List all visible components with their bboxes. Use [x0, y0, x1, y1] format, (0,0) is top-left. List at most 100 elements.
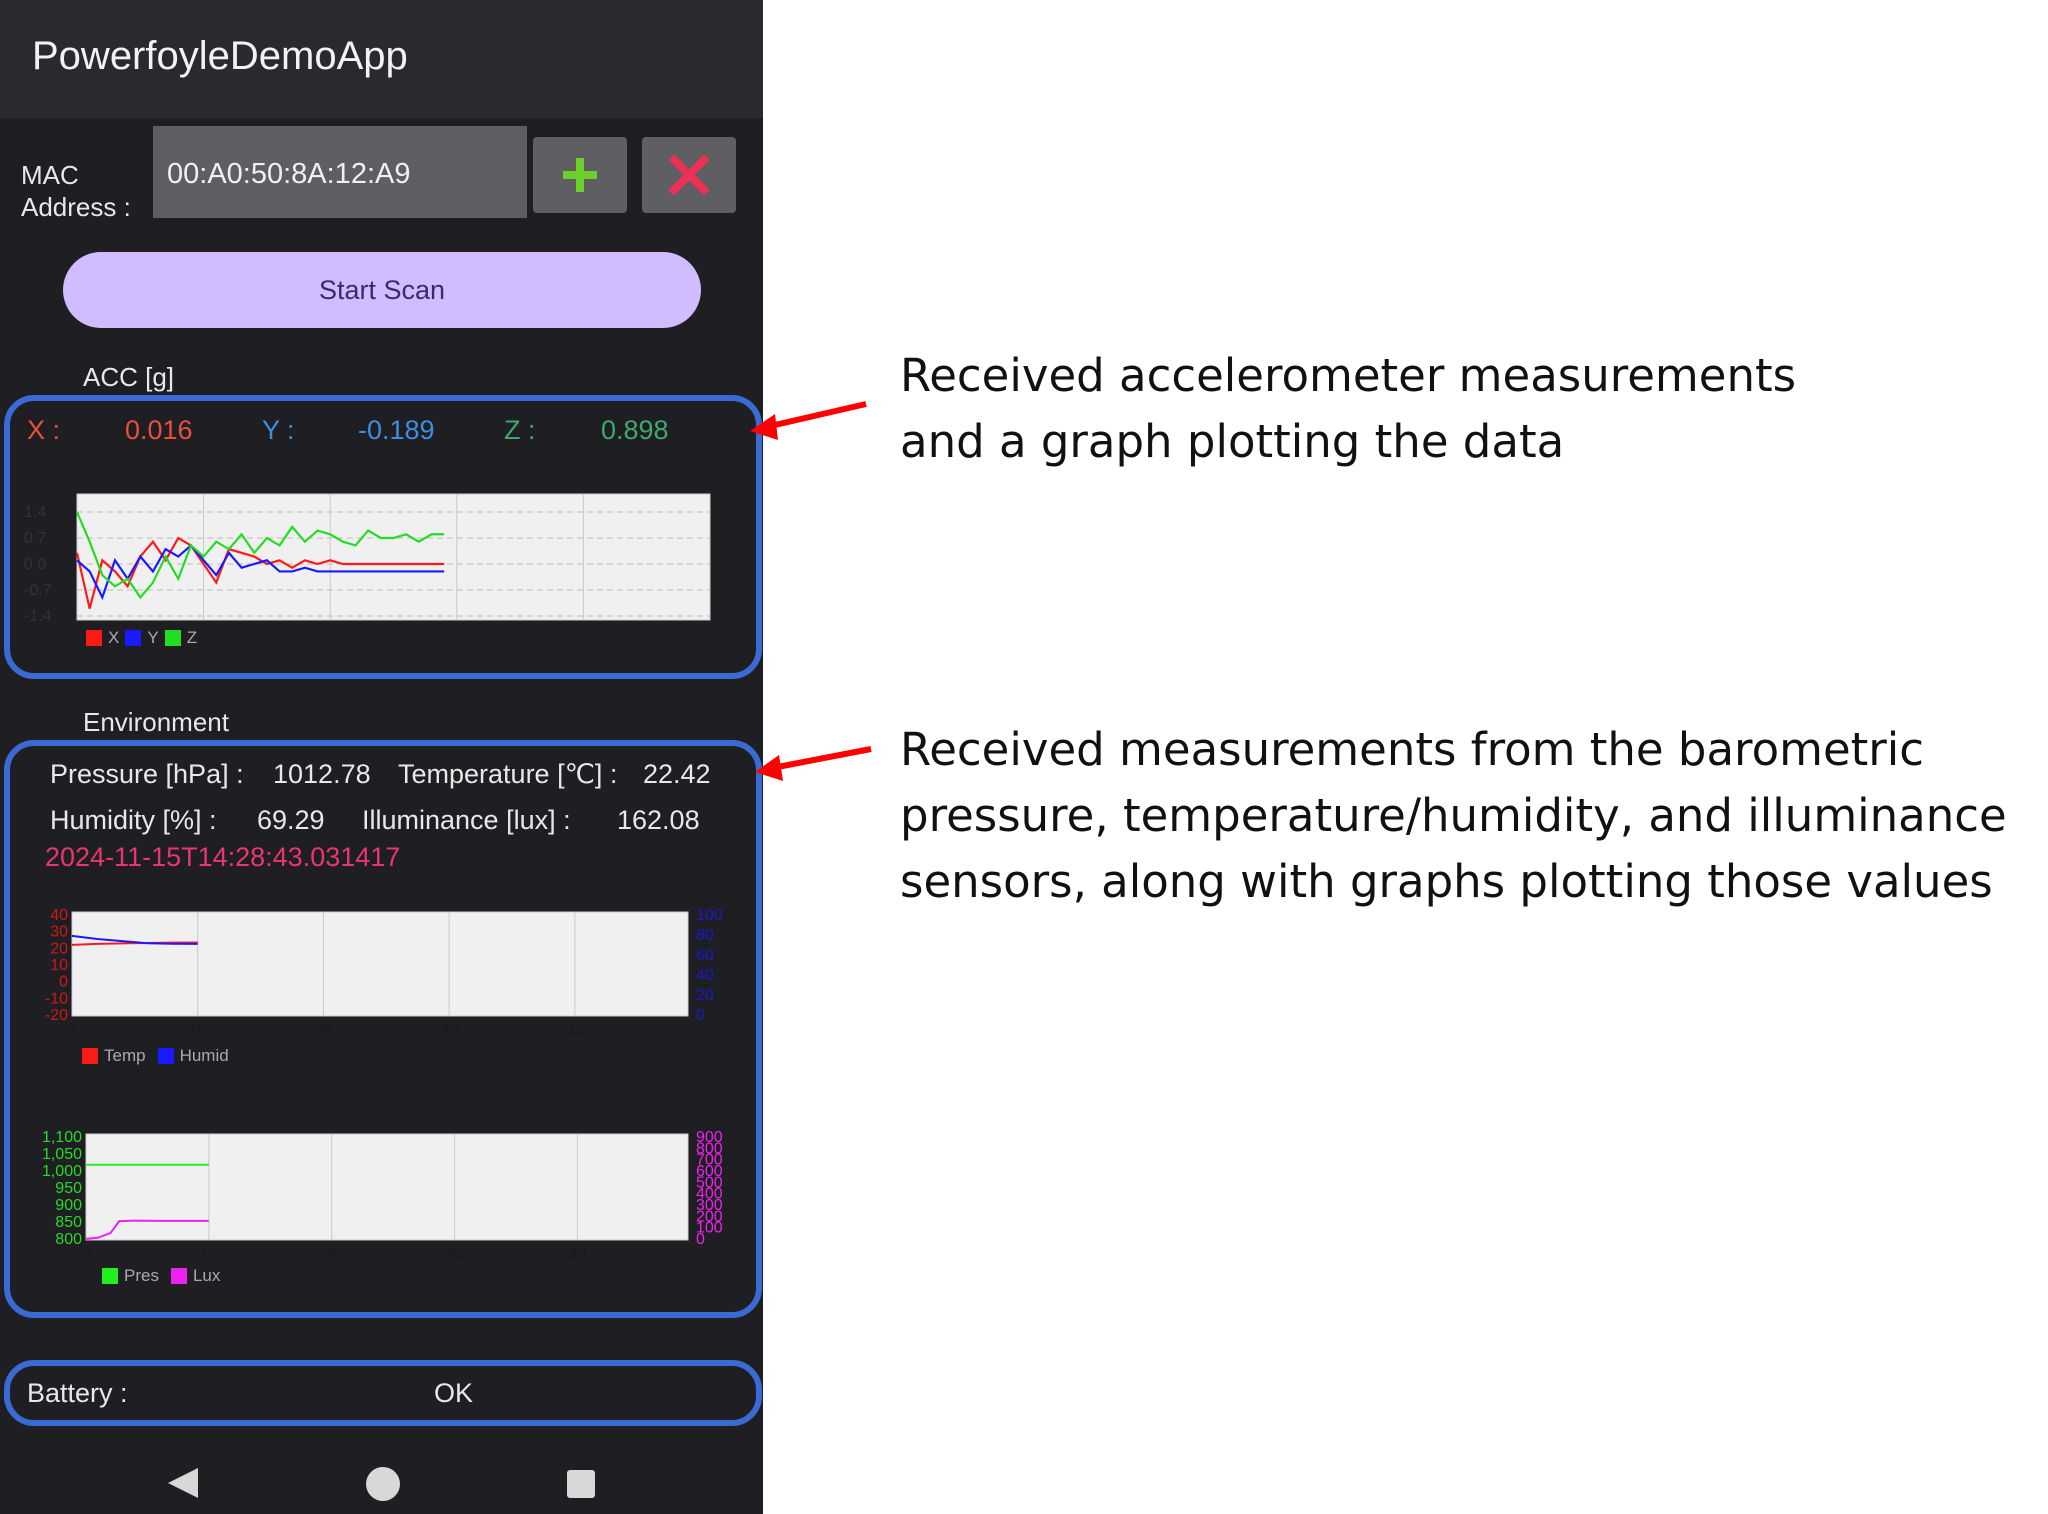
acc-y-label: Y : [262, 415, 295, 445]
pressure-lux-x-tick-label: 10 [200, 1247, 218, 1264]
temp-humidity-left-y-tick-label: 30 [50, 924, 68, 941]
acc-x-label: X : [27, 415, 61, 445]
acc-legend: X Y Z [86, 628, 197, 648]
close-icon [669, 155, 709, 195]
legend-lux-label: Lux [192, 1266, 221, 1285]
acc-annotation-line1: Received accelerometer measurements [900, 349, 1797, 402]
pressure-lux-left-y-tick-label: 1,050 [42, 1146, 82, 1163]
mac-address-value: 00:A0:50:8A:12:A9 [167, 158, 411, 190]
pressure-lux-left-y-tick-label: 950 [55, 1180, 82, 1197]
temp-humidity-left-y-tick-label: 40 [50, 907, 68, 924]
acc-y-tick-label: 1.4 [24, 504, 46, 521]
temp-humidity-right-y-tick-label: 0 [696, 1007, 705, 1024]
temp-humidity-chart: 0 10 20 30 40403020100-10-20100806040200 [45, 907, 723, 1040]
legend-temp-label: Temp [104, 1046, 146, 1065]
acc-y-value: -0.189 [358, 415, 435, 445]
pressure-lux-x-tick-label: 20 [323, 1247, 341, 1264]
acc-y-tick-label: -0.7 [24, 582, 52, 599]
acc-y-tick-label: -1.4 [24, 608, 52, 625]
temp-humidity-left-y-tick-label: -10 [45, 990, 68, 1007]
temp-humidity-left-y-tick-label: -20 [45, 1007, 68, 1024]
legend-humid-swatch [157, 1048, 174, 1064]
acc-z-value: 0.898 [601, 415, 669, 445]
pressure-label: Pressure [hPa] : [50, 759, 244, 789]
pressure-lux-chart: 0 10 20 30 401,1001,0501,0009509008508009008… [42, 1129, 723, 1264]
pressure-lux-left-y-tick-label: 900 [55, 1197, 82, 1214]
humidity-value: 69.29 [257, 805, 325, 835]
start-scan-button[interactable]: Start Scan [63, 252, 701, 328]
acc-x-value: 0.016 [125, 415, 193, 445]
pressure-value: 1012.78 [273, 759, 371, 789]
legend-x-label: X [108, 628, 120, 647]
app-bar: PowerfoyleDemoApp [0, 0, 763, 118]
temp-humidity-plot-area [71, 911, 689, 1017]
pressure-lux-left-y-tick-label: 850 [55, 1214, 82, 1231]
pressure-lux-plot-area [85, 1133, 689, 1241]
temp-humidity-left-y-tick-label: 20 [50, 940, 68, 957]
temp-humidity-x-tick-label: 20 [315, 1023, 333, 1040]
temperature-value: 22.42 [643, 759, 711, 789]
legend-x-swatch [86, 630, 102, 646]
temp-humidity-right-y-tick-label: 60 [696, 947, 714, 964]
temp-humidity-right-y-tick-label: 20 [696, 987, 714, 1004]
temp-humidity-left-y-tick-label: 0 [59, 974, 68, 991]
acc-y-tick-label: 0.0 [24, 556, 46, 573]
plus-icon [563, 158, 597, 192]
env-annotation-line2: pressure, temperature/humidity, and illu… [900, 789, 2007, 842]
temp-humidity-legend: Temp Humid [82, 1046, 229, 1066]
acc-y-tick-label: 0.7 [24, 530, 46, 547]
temp-humidity-right-y-tick-label: 100 [696, 907, 723, 924]
pressure-lux-right-y-tick-label: 0 [696, 1231, 705, 1248]
remove-device-button[interactable] [642, 137, 736, 213]
legend-z-swatch [164, 630, 181, 646]
legend-pres-label: Pres [124, 1266, 159, 1285]
temp-humidity-x-tick-label: 40 [566, 1023, 584, 1040]
temp-humidity-x-tick-label: 10 [189, 1023, 207, 1040]
acc-annotation-arrow [750, 401, 867, 440]
pressure-lux-x-tick-label: 0 [82, 1247, 91, 1264]
pressure-lux-left-y-tick-label: 800 [55, 1231, 82, 1248]
acc-section-title: ACC [g] [83, 362, 175, 392]
timestamp: 2024-11-15T14:28:43.031417 [45, 842, 401, 872]
acc-plot-area [76, 493, 711, 621]
humidity-label: Humidity [%] : [50, 805, 217, 835]
legend-y-swatch [125, 630, 142, 646]
temp-humidity-right-y-tick-label: 40 [696, 967, 714, 984]
legend-humid-label: Humid [179, 1046, 229, 1065]
temperature-label: Temperature [℃] : [398, 759, 618, 789]
acc-line-chart: 1.4 0.7 0.0 -0.7 -1.4 [24, 493, 711, 625]
add-device-button[interactable] [533, 137, 627, 213]
phone-screen: PowerfoyleDemoApp MAC Address : 00:A0:50… [0, 0, 763, 1514]
back-triangle-icon[interactable] [166, 1466, 200, 1500]
env-annotation-line1: Received measurements from the barometri… [900, 723, 1925, 776]
illuminance-value: 162.08 [617, 805, 700, 835]
legend-z-label: Z [186, 628, 198, 647]
pressure-lux-left-y-tick-label: 1,100 [42, 1129, 82, 1146]
legend-lux-swatch [170, 1268, 187, 1284]
legend-y-label: Y [147, 628, 159, 647]
app-title: PowerfoyleDemoApp [32, 34, 408, 78]
acc-annotation-line2: and a graph plotting the data [900, 415, 1565, 468]
recents-square-icon[interactable] [565, 1468, 597, 1500]
mac-label-line1: MAC [21, 160, 79, 190]
pressure-lux-x-tick-label: 40 [569, 1247, 587, 1264]
acc-z-label: Z : [504, 415, 536, 445]
start-scan-label: Start Scan [318, 274, 446, 305]
legend-temp-swatch [82, 1048, 98, 1064]
home-circle-icon[interactable] [364, 1465, 402, 1503]
environment-section-title: Environment [83, 707, 229, 737]
mac-label-line2: Address : [21, 192, 131, 222]
temp-humidity-right-y-tick-label: 80 [696, 927, 714, 944]
env-annotation-line3: sensors, along with graphs plotting thos… [900, 855, 1993, 908]
pressure-lux-legend: Pres Lux [102, 1266, 220, 1286]
mac-address-input[interactable]: 00:A0:50:8A:12:A9 [153, 126, 527, 218]
legend-pres-swatch [102, 1268, 118, 1284]
battery-value: OK [434, 1378, 474, 1408]
illuminance-label: Illuminance [lux] : [362, 805, 571, 835]
battery-label: Battery : [27, 1378, 128, 1408]
pressure-lux-left-y-tick-label: 1,000 [42, 1163, 82, 1180]
temp-humidity-x-tick-label: 0 [68, 1023, 77, 1040]
temp-humidity-x-tick-label: 30 [440, 1023, 458, 1040]
environment-annotation-arrow [755, 746, 872, 781]
pressure-lux-x-tick-label: 30 [446, 1247, 464, 1264]
